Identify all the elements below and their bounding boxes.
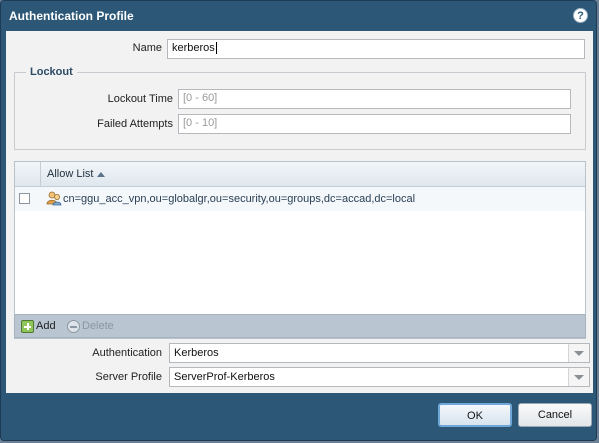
add-icon bbox=[21, 320, 34, 333]
delete-label: Delete bbox=[82, 320, 114, 332]
row-checkbox[interactable] bbox=[19, 193, 30, 204]
header-separator bbox=[40, 162, 41, 186]
user-group-icon bbox=[46, 191, 62, 206]
lockout-time-placeholder: [0 - 60] bbox=[183, 92, 218, 104]
failed-attempts-input[interactable]: [0 - 10] bbox=[178, 114, 571, 134]
server-profile-select[interactable]: ServerProf-Kerberos bbox=[169, 367, 590, 387]
allow-list-column-label: Allow List bbox=[47, 168, 94, 180]
lockout-fieldset bbox=[14, 72, 586, 150]
name-input-value: kerberos bbox=[172, 42, 215, 54]
name-label: Name bbox=[132, 42, 162, 54]
authentication-value: Kerberos bbox=[174, 347, 219, 359]
dialog-footer: OK Cancel bbox=[1, 393, 596, 440]
dialog-title: Authentication Profile bbox=[9, 9, 134, 23]
chevron-down-icon[interactable] bbox=[568, 368, 589, 386]
lockout-time-label: Lockout Time bbox=[107, 93, 173, 105]
delete-icon bbox=[67, 320, 80, 333]
delete-button[interactable]: Delete bbox=[67, 319, 123, 335]
text-caret bbox=[215, 42, 217, 55]
help-icon[interactable]: ? bbox=[573, 8, 588, 23]
server-profile-label: Server Profile bbox=[95, 371, 162, 383]
allow-list-column-header[interactable]: Allow List bbox=[47, 168, 106, 180]
allow-list-toolbar: Add Delete bbox=[14, 314, 586, 338]
dialog-body: Name kerberos Lockout Lockout Time [0 - … bbox=[6, 31, 593, 393]
dialog-titlebar[interactable]: Authentication Profile ? bbox=[1, 1, 596, 31]
failed-attempts-placeholder: [0 - 10] bbox=[183, 117, 218, 129]
ok-button[interactable]: OK bbox=[438, 403, 512, 427]
chevron-down-icon[interactable] bbox=[568, 344, 589, 362]
sort-ascending-icon bbox=[97, 171, 106, 177]
allow-list-grid: Allow List cn=ggu_acc_vpn,ou=globalgr,ou… bbox=[14, 161, 586, 339]
name-input[interactable]: kerberos bbox=[167, 39, 585, 59]
authentication-profile-dialog: Authentication Profile ? Name kerberos L… bbox=[0, 0, 597, 441]
server-profile-value: ServerProf-Kerberos bbox=[174, 371, 275, 383]
lockout-time-input[interactable]: [0 - 60] bbox=[178, 89, 571, 109]
lockout-legend: Lockout bbox=[26, 66, 77, 78]
table-row[interactable]: cn=ggu_acc_vpn,ou=globalgr,ou=security,o… bbox=[15, 187, 585, 211]
cancel-button[interactable]: Cancel bbox=[518, 403, 592, 427]
failed-attempts-label: Failed Attempts bbox=[97, 118, 173, 130]
authentication-label: Authentication bbox=[92, 347, 162, 359]
add-button[interactable]: Add bbox=[21, 319, 61, 335]
allow-list-header: Allow List bbox=[15, 162, 585, 187]
authentication-select[interactable]: Kerberos bbox=[169, 343, 590, 363]
add-label: Add bbox=[36, 320, 56, 332]
allow-list-entry: cn=ggu_acc_vpn,ou=globalgr,ou=security,o… bbox=[63, 193, 416, 205]
